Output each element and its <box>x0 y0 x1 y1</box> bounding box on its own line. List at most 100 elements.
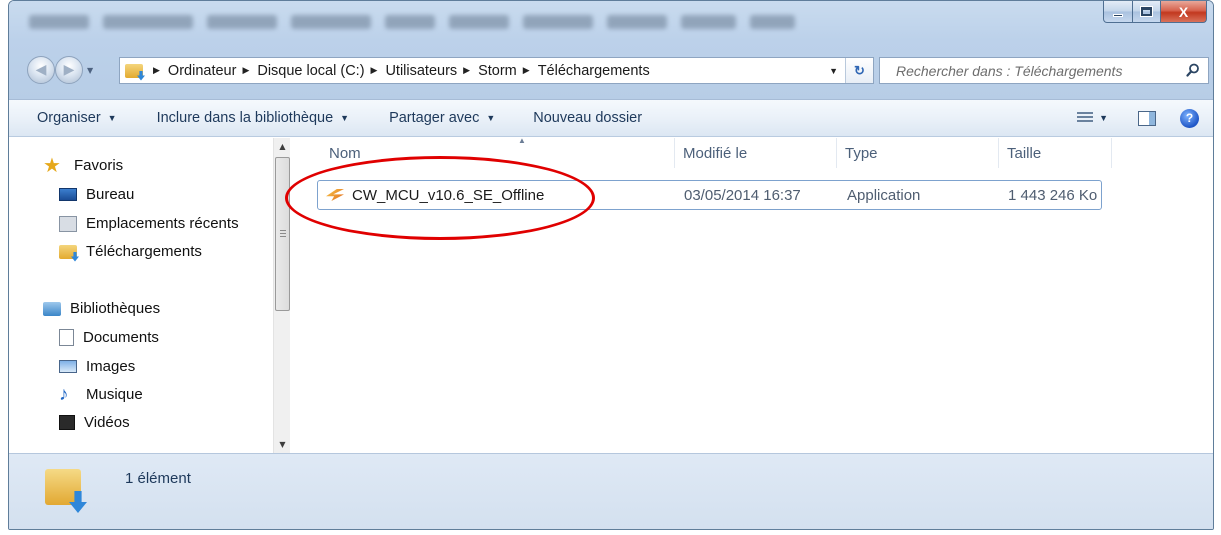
column-header-label: Type <box>845 144 878 162</box>
libraries-icon <box>43 301 61 316</box>
forward-button[interactable]: ▶ <box>55 56 83 84</box>
downloads-folder-icon <box>45 469 81 505</box>
file-type: Application <box>847 186 921 204</box>
toolbar-right: ▼ ? <box>1077 100 1213 136</box>
column-header-modified[interactable]: Modifié le <box>675 138 837 168</box>
address-actions: ▼ ↻ <box>822 58 873 83</box>
nav-item-label: Images <box>86 358 136 375</box>
chevron-right-icon[interactable]: ▶ <box>153 65 160 76</box>
chevron-right-icon[interactable]: ▶ <box>463 65 470 76</box>
breadcrumb-computer[interactable]: Ordinateur <box>168 63 237 79</box>
details-pane: 1 élément <box>9 453 1213 529</box>
search-icon[interactable] <box>1186 63 1200 77</box>
nav-item-images[interactable]: Images <box>59 358 135 375</box>
nav-pane-scrollbar[interactable]: ▲ ▼ <box>273 138 290 453</box>
breadcrumb-users[interactable]: Utilisateurs <box>385 63 457 79</box>
breadcrumb-downloads[interactable]: Téléchargements <box>538 63 650 79</box>
breadcrumb-local-disk[interactable]: Disque local (C:) <box>257 63 364 79</box>
item-count: 1 élément <box>125 470 191 487</box>
include-library-label: Inclure dans la bibliothèque <box>156 110 334 126</box>
file-modified: 03/05/2014 16:37 <box>684 186 801 204</box>
window-controls: X <box>1103 1 1207 23</box>
back-button[interactable]: ◀ <box>27 56 55 84</box>
new-folder-label: Nouveau dossier <box>533 110 643 126</box>
minimize-button[interactable] <box>1103 1 1133 23</box>
chevron-right-icon[interactable]: ▶ <box>242 65 249 76</box>
refresh-icon: ↻ <box>854 62 865 78</box>
grip-icon <box>280 230 286 237</box>
nav-item-documents[interactable]: Documents <box>59 329 159 346</box>
history-dropdown-button[interactable]: ▼ <box>87 66 93 75</box>
change-view-icon[interactable] <box>1077 112 1094 124</box>
film-icon <box>59 415 75 430</box>
help-icon[interactable]: ? <box>1180 108 1199 128</box>
nav-item-label: Téléchargements <box>86 243 202 260</box>
nav-item-label: Bureau <box>86 186 135 203</box>
window-frame: X ◀ ▶ ▼ ▶ Ordinateur ▶ Disque local (C:)… <box>9 1 1213 99</box>
include-library-button[interactable]: Inclure dans la bibliothèque ▼ <box>149 100 357 136</box>
nav-item-label: Emplacements récents <box>86 215 239 232</box>
column-header-label: Nom <box>329 144 361 162</box>
organize-button[interactable]: Organiser ▼ <box>9 100 125 136</box>
maximize-icon <box>1140 6 1153 17</box>
address-dropdown-button[interactable]: ▼ <box>822 66 845 76</box>
search-box <box>879 57 1209 84</box>
close-icon: X <box>1178 3 1189 20</box>
document-icon <box>59 329 74 346</box>
back-arrow-icon: ◀ <box>35 62 47 78</box>
breadcrumb-storm[interactable]: Storm <box>478 63 517 79</box>
maximize-button[interactable] <box>1133 1 1161 23</box>
nav-item-recent-places[interactable]: Emplacements récents <box>59 215 239 232</box>
chevron-right-icon[interactable]: ▶ <box>523 65 530 76</box>
downloads-folder-icon <box>125 63 143 78</box>
nav-item-downloads[interactable]: Téléchargements <box>59 243 202 260</box>
preview-pane-icon[interactable] <box>1138 110 1156 126</box>
chevron-right-icon[interactable]: ▶ <box>371 65 378 76</box>
blurred-taskbar <box>29 1 1089 43</box>
recent-places-icon <box>59 215 77 232</box>
file-size: 1 443 246 Ko <box>1008 186 1098 204</box>
caret-down-icon: ▼ <box>107 113 117 123</box>
navigation-pane: ★ Favoris Bureau Emplacements récents Tél… <box>9 138 271 453</box>
scroll-down-icon[interactable]: ▼ <box>274 436 291 453</box>
nav-item-label: Favoris <box>74 157 124 174</box>
star-icon: ★ <box>43 154 61 177</box>
new-folder-button[interactable]: Nouveau dossier <box>525 100 650 136</box>
refresh-button[interactable]: ↻ <box>845 58 873 83</box>
forward-arrow-icon: ▶ <box>63 62 75 78</box>
caret-down-icon: ▼ <box>340 113 350 123</box>
column-header-label: Modifié le <box>683 144 748 162</box>
organize-label: Organiser <box>37 110 101 126</box>
explorer-window: X ◀ ▶ ▼ ▶ Ordinateur ▶ Disque local (C:)… <box>8 0 1214 530</box>
nav-item-favorites[interactable]: ★ Favoris <box>43 154 124 177</box>
nav-item-libraries[interactable]: Bibliothèques <box>43 300 160 317</box>
scroll-up-icon[interactable]: ▲ <box>274 138 291 155</box>
search-input[interactable] <box>880 58 1170 83</box>
navigation-bar: ◀ ▶ ▼ ▶ Ordinateur ▶ Disque local (C:) ▶… <box>9 53 1213 87</box>
music-note-icon: ♪ <box>59 383 69 405</box>
sort-up-icon: ▲ <box>518 136 526 145</box>
images-icon <box>59 360 77 373</box>
column-header-type[interactable]: Type <box>837 138 999 168</box>
column-header-size[interactable]: Taille <box>999 138 1112 168</box>
command-bar: Organiser ▼ Inclure dans la bibliothèque ▼… <box>9 99 1213 137</box>
highlight-annotation <box>285 156 595 240</box>
share-with-button[interactable]: Partager avec ▼ <box>381 100 503 136</box>
column-header-label: Taille <box>1007 144 1042 162</box>
view-options-caret-icon[interactable]: ▼ <box>1099 113 1108 123</box>
nav-item-label: Vidéos <box>84 414 130 431</box>
nav-item-label: Bibliothèques <box>70 300 161 317</box>
nav-item-desktop[interactable]: Bureau <box>59 186 134 203</box>
nav-item-label: Documents <box>83 329 159 346</box>
caret-down-icon: ▼ <box>486 113 496 123</box>
share-with-label: Partager avec <box>389 110 480 126</box>
address-bar[interactable]: ▶ Ordinateur ▶ Disque local (C:) ▶ Utili… <box>119 57 874 84</box>
minimize-icon <box>1113 13 1123 17</box>
nav-item-videos[interactable]: Vidéos <box>59 414 130 431</box>
scrollbar-thumb[interactable] <box>275 157 290 311</box>
close-button[interactable]: X <box>1161 1 1207 23</box>
nav-item-label: Musique <box>86 386 143 403</box>
desktop-icon <box>59 188 77 201</box>
nav-item-music[interactable]: ♪ Musique <box>59 383 143 405</box>
downloads-folder-icon <box>59 244 77 259</box>
